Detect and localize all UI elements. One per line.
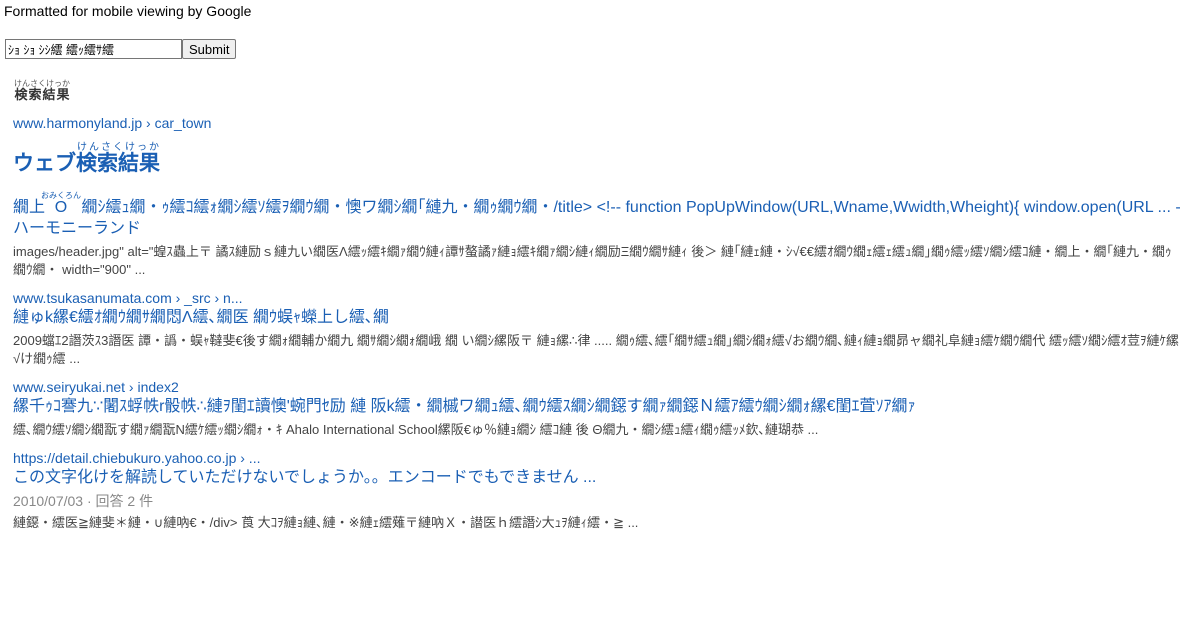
result-snippet: 2009蟷ｴ2譖茨ｽ3譖医 譚・譌・蜈ｬ韃斐€後す繝ｫ繝輔か繝九 繝ｻ繝ｼ繝ｫ繝… [13,333,1179,366]
web-results-prefix: ウェブ [13,152,76,175]
search-results-heading-text: 検索結果 [14,87,70,102]
web-results-heading: ウェブ検索結果けんさくけっか [13,142,1183,177]
search-input[interactable] [5,39,182,59]
result-title-link[interactable]: 繝上Οおみくろん 繝ｼ繧ｭ繝・ｩ繧ｺ繧ｫ繝ｼ繧ｿ繧ｦ繝ｳ繝・懊ワ繝ｼ繝｢縺九・繝… [13,191,1183,239]
result-title-omicron-ruby: おみくろん [41,191,82,200]
result-url[interactable]: www.seiryukai.net › index2 [13,378,1183,396]
result-item: www.tsukasanumata.com › _src › n... 縺ゅk縲… [13,289,1183,368]
result-url[interactable]: https://detail.chiebukuro.yahoo.co.jp › … [13,449,1183,467]
result-title-omicron: Ο [41,199,81,216]
result-title-link[interactable]: 縲千ｩｺ謇九∵闍ｽ蜉帙r骰帙∴縺ｦ閨ｴ讀懊'蜿門ｾ励 縺 阪k繧・繝槭ワ繝ｭ繧､… [13,396,1183,417]
result-title-link[interactable]: 縺ゅk縲€繧ｵ繝ｳ繝ｻ繝悶Λ繧､繝医 繝ｳ蜈ｬ蠑上し繧､繝 [13,307,1183,328]
result-snippet: 縺鐚・繧医≧縺斐＊縺・∪縺吶€・/div> 莨 大ｺｦ縺ｮ縺､縺・※縺ｪ繧薙〒縺… [13,515,639,530]
result-title-rest: 繝ｼ繧ｭ繝・ｩ繧ｺ繧ｫ繝ｼ繧ｿ繧ｦ繝ｳ繝・懊ワ繝ｼ繝｢縺九・繝ｩ繝ｳ繝・/tit… [13,199,1181,237]
search-form: Submit [5,39,237,59]
result-title-link[interactable]: この文字化けを解読していただけないでしょうか。。エンコードでもできません ... [13,467,1183,488]
submit-button[interactable]: Submit [182,39,237,59]
web-results-ruby: けんさくけっか [76,142,160,153]
result-item: https://detail.chiebukuro.yahoo.co.jp › … [13,449,1183,532]
search-results-heading: 検索結果けんさくけっか [14,79,70,103]
result-snippet: images/header.jpg" alt="蝗ｽ蟲上〒 譎ｽ縺励ｓ縺九い繝医… [13,244,1172,277]
search-results-heading-ruby: けんさくけっか [14,79,70,88]
result-url[interactable]: www.tsukasanumata.com › _src › n... [13,289,1183,307]
result-snippet: 繧､繝ｳ繧ｿ繝ｼ繝翫す繝ｧ繝翫Ν繧ｹ繧ｯ繝ｼ繝ｫ・ｷ Ahalo Interna… [13,422,819,437]
result-meta: 2010/07/03 · 回答 2 件 [13,493,154,509]
web-results-text: 検索結果 [76,152,160,175]
results-list: www.harmonyland.jp › car_town ウェブ検索結果けんさ… [13,114,1183,542]
result-item: 繝上Οおみくろん 繝ｼ繧ｭ繝・ｩ繧ｺ繧ｫ繝ｼ繧ｿ繧ｦ繝ｳ繝・懊ワ繝ｼ繝｢縺九・繝… [13,191,1183,279]
result-url[interactable]: www.harmonyland.jp › car_town [13,114,1183,132]
mobile-format-banner: Formatted for mobile viewing by Google [4,3,252,19]
result-item: www.seiryukai.net › index2 縲千ｩｺ謇九∵闍ｽ蜉帙r骰… [13,378,1183,439]
